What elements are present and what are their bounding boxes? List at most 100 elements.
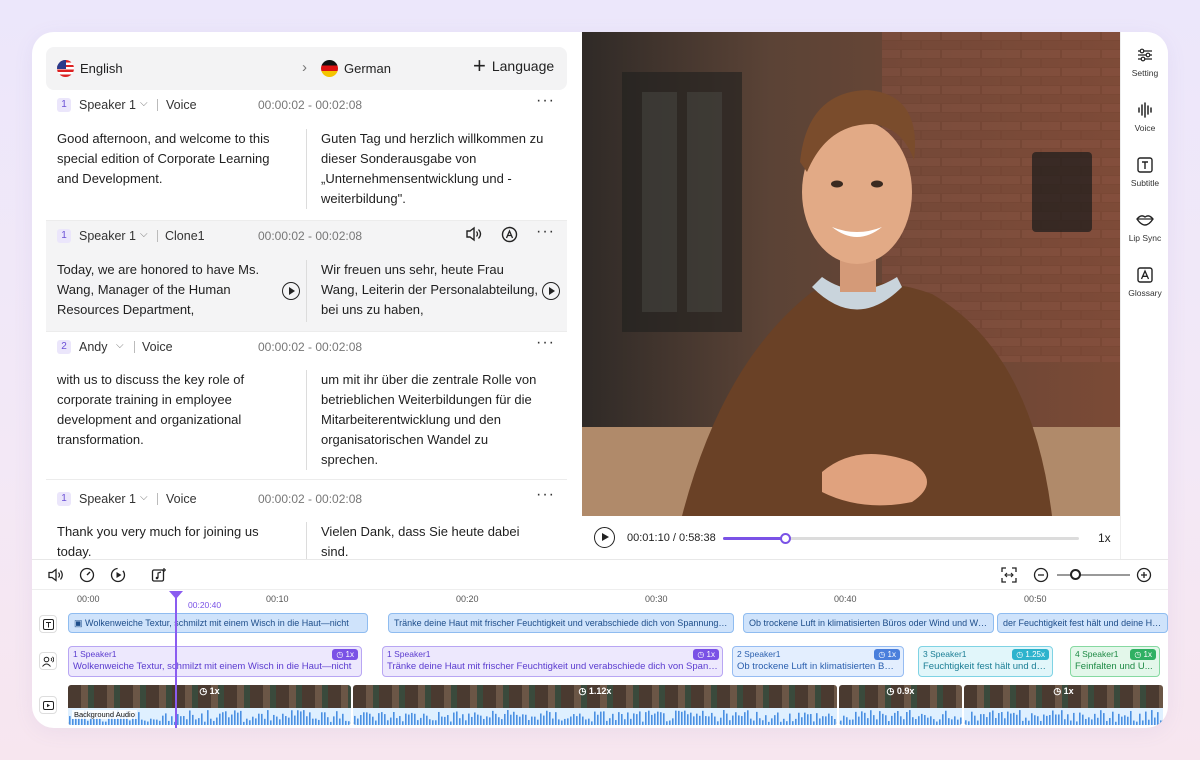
translated-text[interactable]: Wir freuen uns sehr, heute Frau Wang, Le… bbox=[321, 260, 541, 320]
video-progress-bar[interactable] bbox=[723, 533, 1079, 544]
language-bar: English › German + Language bbox=[46, 47, 567, 90]
chevron-down-icon[interactable]: ⌵ bbox=[140, 229, 148, 240]
video-clip[interactable]: ◷ 0.9x bbox=[839, 685, 962, 725]
chevron-down-icon[interactable]: ⌵ bbox=[116, 340, 124, 351]
speaker-name[interactable]: Speaker 1 bbox=[79, 229, 136, 243]
translate-icon[interactable] bbox=[501, 226, 518, 247]
fit-timeline-icon[interactable] bbox=[1000, 566, 1018, 584]
playback-speed[interactable]: 1x bbox=[1098, 531, 1111, 545]
zoom-in-icon[interactable] bbox=[1135, 566, 1153, 584]
speed-icon[interactable] bbox=[78, 566, 96, 584]
video-progress-knob[interactable] bbox=[780, 533, 792, 544]
ruler-tick: 00:30 bbox=[645, 594, 668, 604]
subtitle-clip[interactable]: der Feuchtigkeit fest hält und deine Hau… bbox=[997, 613, 1168, 633]
speaker-name[interactable]: Speaker 1 bbox=[79, 492, 136, 506]
rail-lip-sync[interactable]: Lip Sync bbox=[1121, 210, 1168, 243]
playhead-time: 00:20:40 bbox=[188, 600, 222, 610]
transcript-segment[interactable]: 1 Speaker 1 ⌵ Voice 00:00:02 - 00:02:08 … bbox=[46, 90, 567, 221]
zoom-out-icon[interactable] bbox=[1032, 566, 1050, 584]
timeline: 00:00 00:10 00:20 00:30 00:40 00:50 ▣ Wo… bbox=[32, 559, 1168, 728]
speaker-volume-icon[interactable] bbox=[465, 226, 483, 246]
playhead[interactable] bbox=[169, 591, 183, 728]
more-options-icon[interactable]: ··· bbox=[536, 486, 555, 504]
target-language[interactable]: German bbox=[344, 61, 391, 76]
divider bbox=[157, 99, 158, 111]
voice-track-icon bbox=[39, 652, 57, 670]
voice-clip[interactable]: 4 Speaker1 Feinfalten und U... ◷ 1x bbox=[1070, 646, 1160, 677]
rail-voice[interactable]: Voice bbox=[1121, 100, 1168, 133]
play-source-button[interactable] bbox=[282, 282, 300, 300]
add-music-icon[interactable] bbox=[150, 566, 168, 584]
subtitle-clip-icon: ▣ bbox=[74, 618, 86, 628]
transcript-segment[interactable]: 2 Andy ⌵ Voice 00:00:02 - 00:02:08 ··· w… bbox=[46, 332, 567, 480]
translated-text[interactable]: Guten Tag und herzlich willkommen zu die… bbox=[321, 129, 551, 209]
rail-subtitle[interactable]: Subtitle bbox=[1121, 155, 1168, 188]
rail-setting-label: Setting bbox=[1131, 68, 1159, 78]
transcript-segment[interactable]: 1 Speaker 1 ⌵ Clone1 00:00:02 - 00:02:08… bbox=[46, 221, 567, 332]
video-clip[interactable]: ◷ 1.12x bbox=[353, 685, 837, 725]
ruler-tick: 00:10 bbox=[266, 594, 289, 604]
translated-text[interactable]: Vielen Dank, dass Sie heute dabei sind. bbox=[321, 522, 541, 559]
subtitle-clip-text: der Feuchtigkeit fest hält und deine Hau… bbox=[1003, 618, 1165, 628]
rail-glossary-label: Glossary bbox=[1128, 288, 1162, 298]
text-box-icon bbox=[1121, 155, 1168, 175]
voice-selector[interactable]: Voice bbox=[142, 340, 173, 354]
voice-clip-speed[interactable]: ◷ 1x bbox=[874, 649, 900, 660]
translated-text[interactable]: um mit ihr über die zentrale Rolle von b… bbox=[321, 370, 541, 470]
source-text[interactable]: Good afternoon, and welcome to this spec… bbox=[57, 129, 282, 189]
speaker-name[interactable]: Andy bbox=[79, 340, 108, 354]
speaker-name[interactable]: Speaker 1 bbox=[79, 98, 136, 112]
editor-window: English › German + Language 1 Speaker 1 … bbox=[32, 32, 1168, 728]
voice-selector[interactable]: Voice bbox=[166, 98, 197, 112]
segment-time: 00:00:02 - 00:02:08 bbox=[258, 98, 363, 112]
us-flag-icon bbox=[57, 60, 74, 77]
subtitle-clip[interactable]: ▣ Wolkenweiche Textur, schmilzt mit eine… bbox=[68, 613, 368, 633]
zoom-slider[interactable] bbox=[1057, 574, 1130, 576]
add-language-button[interactable]: + Language bbox=[473, 55, 554, 77]
video-clip-speed: ◷ 1x bbox=[1053, 686, 1074, 696]
video-track-icon bbox=[39, 696, 57, 714]
volume-icon[interactable] bbox=[47, 566, 65, 584]
voice-selector[interactable]: Clone1 bbox=[165, 229, 205, 243]
source-text[interactable]: Thank you very much for joining us today… bbox=[57, 522, 272, 559]
chevron-down-icon[interactable]: ⌵ bbox=[140, 492, 148, 503]
voice-clip-speed[interactable]: ◷ 1x bbox=[693, 649, 719, 660]
voice-clip-speed[interactable]: ◷ 1x bbox=[332, 649, 358, 660]
rail-glossary[interactable]: Glossary bbox=[1121, 265, 1168, 298]
segment-header: 1 Speaker 1 ⌵ Voice 00:00:02 - 00:02:08 … bbox=[46, 90, 567, 120]
video-clip[interactable]: ◷ 1x Background Audio bbox=[68, 685, 351, 725]
video-clip[interactable]: ◷ 1x bbox=[964, 685, 1163, 725]
segment-header: 2 Andy ⌵ Voice 00:00:02 - 00:02:08 ··· bbox=[46, 332, 567, 362]
voice-clip-text: Ob trockene Luft in klimatisierten Büros bbox=[737, 661, 899, 672]
voice-clip[interactable]: 1 Speaker1 Wolkenweiche Textur, schmilzt… bbox=[68, 646, 362, 677]
video-time: 00:01:10 / 0:58:38 bbox=[627, 532, 716, 544]
more-options-icon[interactable]: ··· bbox=[536, 223, 555, 241]
rail-setting[interactable]: Setting bbox=[1121, 45, 1168, 78]
subtitle-clip[interactable]: Ob trockene Luft in klimatisierten Büros… bbox=[743, 613, 994, 633]
voice-clip[interactable]: 2 Speaker1 Ob trockene Luft in klimatisi… bbox=[732, 646, 904, 677]
play-translation-button[interactable] bbox=[542, 282, 560, 300]
ruler-tick: 00:40 bbox=[834, 594, 857, 604]
play-speed-icon[interactable] bbox=[109, 566, 127, 584]
source-text[interactable]: Today, we are honored to have Ms. Wang, … bbox=[57, 260, 272, 320]
more-options-icon[interactable]: ··· bbox=[536, 334, 555, 352]
tool-rail: Setting Voice Subtitle Lip Sync Glossary bbox=[1120, 32, 1168, 559]
video-preview[interactable] bbox=[582, 32, 1120, 516]
transcript-segment[interactable]: 1 Speaker 1 ⌵ Voice 00:00:02 - 00:02:08 … bbox=[46, 480, 567, 559]
video-play-button[interactable] bbox=[594, 527, 615, 548]
voice-clip[interactable]: 1 Speaker1 Tränke deine Haut mit frische… bbox=[382, 646, 723, 677]
more-options-icon[interactable]: ··· bbox=[536, 92, 555, 110]
source-language[interactable]: English bbox=[80, 61, 123, 76]
voice-clip[interactable]: 3 Speaker1 Feuchtigkeit fest hält und de… bbox=[918, 646, 1053, 677]
source-text[interactable]: with us to discuss the key role of corpo… bbox=[57, 370, 267, 450]
voice-clip-speed[interactable]: ◷ 1.25x bbox=[1012, 649, 1049, 660]
divider bbox=[134, 341, 135, 353]
column-divider bbox=[306, 260, 307, 322]
voice-clip-speed[interactable]: ◷ 1x bbox=[1130, 649, 1156, 660]
chevron-down-icon[interactable]: ⌵ bbox=[140, 98, 148, 109]
column-divider bbox=[306, 522, 307, 559]
segment-header: 1 Speaker 1 ⌵ Voice 00:00:02 - 00:02:08 … bbox=[46, 484, 567, 514]
voice-selector[interactable]: Voice bbox=[166, 492, 197, 506]
zoom-slider-knob[interactable] bbox=[1070, 569, 1081, 580]
subtitle-clip[interactable]: Tränke deine Haut mit frischer Feuchtigk… bbox=[388, 613, 734, 633]
